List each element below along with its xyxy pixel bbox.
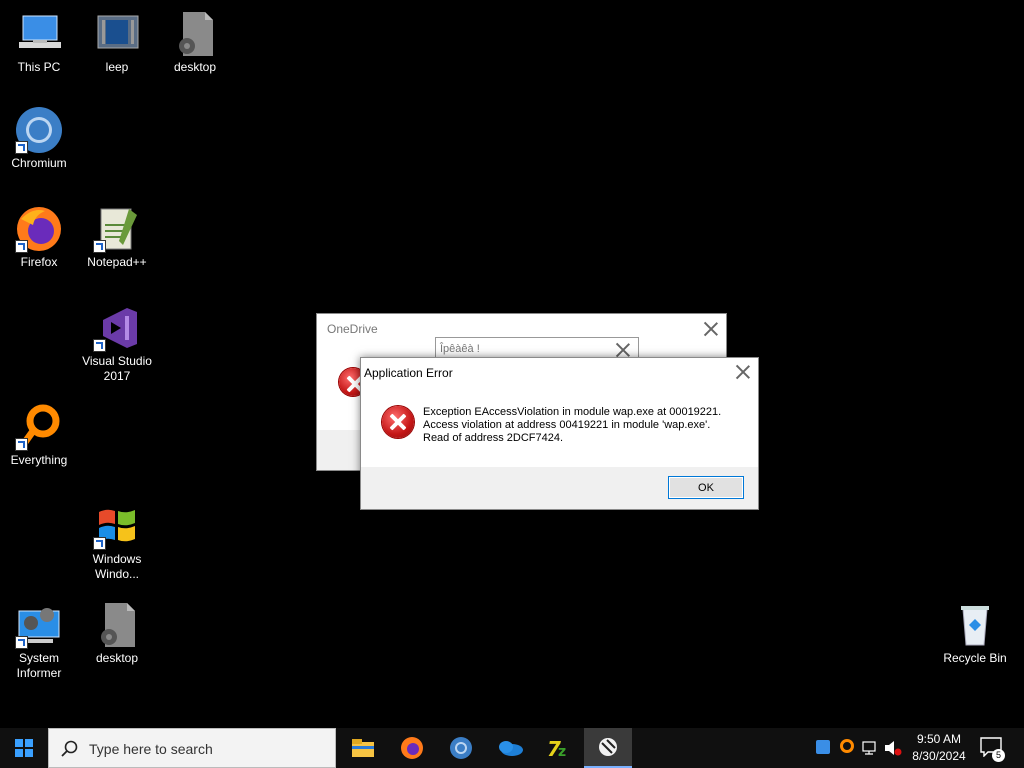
error-icon	[382, 406, 414, 438]
message-box-close-icon[interactable]	[616, 343, 630, 357]
svg-text:z: z	[558, 744, 566, 760]
ok-button[interactable]: OK	[668, 476, 744, 499]
onedrive-title: OneDrive	[327, 322, 378, 336]
notification-center-button[interactable]: 5	[980, 737, 1005, 762]
application-error-dialog: Application Error Exception EAccessViola…	[360, 357, 759, 510]
error-line-1: Exception EAccessViolation in module wap…	[423, 406, 722, 418]
error-dialog-title: Application Error	[364, 366, 453, 380]
firefox-icon	[15, 205, 63, 253]
desktop-icon-visual-studio-2017[interactable]: Visual Studio 2017	[79, 304, 155, 384]
desktop-icon-desktop[interactable]: desktop	[157, 10, 233, 75]
taskbar-active-app[interactable]	[584, 728, 632, 768]
error-footer: OK	[361, 467, 758, 509]
icon-label: Recycle Bin	[943, 651, 1007, 665]
desktop-icon-recycle-bin[interactable]: Recycle Bin	[937, 601, 1013, 666]
shortcut-arrow-icon	[93, 339, 106, 352]
computer-icon	[15, 10, 63, 58]
desktop-icon-everything[interactable]: Everything	[1, 403, 77, 468]
icon-label: System Informer	[16, 651, 62, 680]
desktop-icon-this-pc[interactable]: This PC	[1, 10, 77, 75]
icon-label: Windows Windo...	[92, 552, 142, 581]
tray-network-app-icon[interactable]	[816, 740, 830, 754]
notification-count-badge: 5	[992, 749, 1005, 762]
volume-muted-icon[interactable]	[884, 740, 902, 756]
icon-label: Notepad++	[87, 255, 147, 269]
shortcut-arrow-icon	[15, 240, 28, 253]
windows-flag-icon	[93, 502, 141, 550]
icon-label: Firefox	[20, 255, 58, 269]
system-informer-icon	[15, 601, 63, 649]
file-gear-icon	[93, 601, 141, 649]
recycle-bin-icon	[951, 601, 999, 649]
shortcut-arrow-icon	[15, 636, 28, 649]
seven-zip-icon: 7z	[547, 737, 566, 760]
error-message: Exception EAccessViolation in module wap…	[423, 406, 721, 445]
file-gear-icon	[171, 10, 219, 58]
taskbar: Type here to search 7z 9:50 AM 8/30/2024…	[0, 728, 1024, 768]
error-close-icon[interactable]	[736, 365, 750, 379]
ok-label: OK	[698, 481, 714, 494]
onedrive-cloud-icon	[499, 741, 523, 756]
chromium-icon	[15, 106, 63, 154]
shortcut-arrow-icon	[93, 240, 106, 253]
visual-studio-icon	[93, 304, 141, 352]
shortcut-arrow-icon	[93, 537, 106, 550]
start-button[interactable]	[0, 728, 48, 768]
error-titlebar: Application Error	[361, 358, 758, 388]
desktop-icon-leep[interactable]: leep	[79, 10, 155, 75]
clock[interactable]: 9:50 AM 8/30/2024	[904, 731, 974, 765]
icon-label: Everything	[10, 453, 68, 467]
notepad-plus-plus-icon	[93, 205, 141, 253]
desktop-icon-notepad-plus-plus[interactable]: Notepad++	[79, 205, 155, 270]
error-line-2: Access violation at address 00419221 in …	[423, 419, 711, 431]
desktop-icon-chromium[interactable]: Chromium	[1, 106, 77, 171]
shortcut-arrow-icon	[15, 438, 28, 451]
search-box[interactable]: Type here to search	[48, 728, 336, 768]
desktop-icon-system-informer[interactable]: System Informer	[1, 601, 77, 681]
icon-label: desktop	[95, 651, 139, 665]
error-line-3: Read of address 2DCF7424.	[423, 432, 564, 444]
onedrive-close-icon[interactable]	[704, 322, 718, 336]
taskbar-7zip[interactable]: 7z	[535, 728, 583, 768]
search-placeholder: Type here to search	[89, 741, 213, 757]
message-box-title: Îpêàêà !	[440, 343, 480, 355]
icon-label: desktop	[173, 60, 217, 74]
clock-date: 8/30/2024	[912, 749, 966, 763]
taskbar-firefox[interactable]	[388, 728, 436, 768]
clock-time: 9:50 AM	[916, 732, 962, 746]
firefox-icon	[401, 737, 423, 759]
desktop-icon-windows[interactable]: Windows Windo...	[79, 502, 155, 582]
network-icon[interactable]	[862, 740, 878, 756]
desktop-icon-firefox[interactable]: Firefox	[1, 205, 77, 270]
icon-label: Visual Studio 2017	[82, 354, 152, 383]
window-app-icon	[93, 10, 141, 58]
desktop-icon-desktop-2[interactable]: desktop	[79, 601, 155, 666]
taskbar-chromium[interactable]	[437, 728, 485, 768]
windows-logo-icon	[15, 739, 33, 757]
search-icon	[61, 740, 78, 757]
shortcut-arrow-icon	[15, 141, 28, 154]
chromium-icon	[450, 737, 472, 759]
app-icon	[599, 738, 617, 756]
everything-search-icon	[15, 403, 63, 451]
icon-label: This PC	[17, 60, 61, 74]
icon-label: Chromium	[11, 156, 67, 170]
taskbar-onedrive[interactable]	[486, 728, 534, 768]
icon-label: leep	[105, 60, 129, 74]
folder-icon	[352, 739, 374, 757]
taskbar-file-explorer[interactable]	[339, 728, 387, 768]
tray-search-icon[interactable]	[840, 739, 854, 753]
